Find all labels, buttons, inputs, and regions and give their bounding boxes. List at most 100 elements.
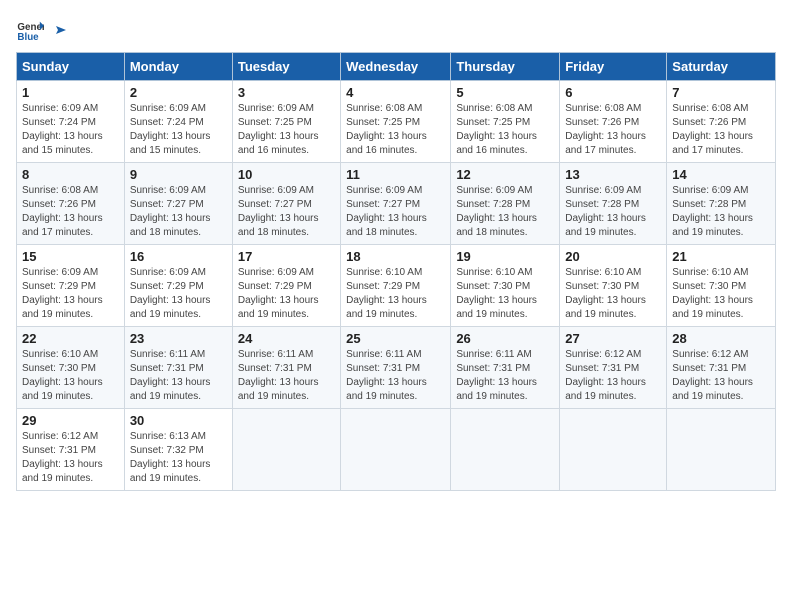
calendar-cell: 14 Sunrise: 6:09 AM Sunset: 7:28 PM Dayli… bbox=[667, 163, 776, 245]
day-info: Sunrise: 6:08 AM Sunset: 7:26 PM Dayligh… bbox=[22, 184, 119, 240]
calendar-week-row: 22 Sunrise: 6:10 AM Sunset: 7:30 PM Dayli… bbox=[17, 327, 776, 409]
logo-icon: General Blue bbox=[16, 16, 44, 44]
day-info: Sunrise: 6:09 AM Sunset: 7:27 PM Dayligh… bbox=[238, 184, 335, 240]
calendar-cell bbox=[560, 409, 667, 491]
day-info: Sunrise: 6:09 AM Sunset: 7:24 PM Dayligh… bbox=[22, 102, 119, 158]
calendar-cell: 8 Sunrise: 6:08 AM Sunset: 7:26 PM Daylig… bbox=[17, 163, 125, 245]
calendar-cell: 2Sunrise: 6:09 AM Sunset: 7:24 PM Daylig… bbox=[124, 81, 232, 163]
day-info: Sunrise: 6:09 AM Sunset: 7:29 PM Dayligh… bbox=[238, 266, 335, 322]
day-number: 14 bbox=[672, 167, 770, 182]
day-info: Sunrise: 6:09 AM Sunset: 7:25 PM Dayligh… bbox=[238, 102, 335, 158]
calendar-cell: 15 Sunrise: 6:09 AM Sunset: 7:29 PM Dayli… bbox=[17, 245, 125, 327]
calendar-cell: 9Sunrise: 6:09 AM Sunset: 7:27 PM Daylig… bbox=[124, 163, 232, 245]
day-info: Sunrise: 6:09 AM Sunset: 7:29 PM Dayligh… bbox=[22, 266, 119, 322]
day-info: Sunrise: 6:11 AM Sunset: 7:31 PM Dayligh… bbox=[130, 348, 227, 404]
day-info: Sunrise: 6:09 AM Sunset: 7:27 PM Dayligh… bbox=[346, 184, 445, 240]
day-info: Sunrise: 6:10 AM Sunset: 7:30 PM Dayligh… bbox=[565, 266, 661, 322]
calendar-cell: 7 Sunrise: 6:08 AM Sunset: 7:26 PM Daylig… bbox=[667, 81, 776, 163]
calendar-cell: 29 Sunrise: 6:12 AM Sunset: 7:31 PM Dayli… bbox=[17, 409, 125, 491]
calendar-week-row: 29 Sunrise: 6:12 AM Sunset: 7:31 PM Dayli… bbox=[17, 409, 776, 491]
day-info: Sunrise: 6:12 AM Sunset: 7:31 PM Dayligh… bbox=[22, 430, 119, 486]
calendar-week-row: 1 Sunrise: 6:09 AM Sunset: 7:24 PM Daylig… bbox=[17, 81, 776, 163]
calendar-cell: 1 Sunrise: 6:09 AM Sunset: 7:24 PM Daylig… bbox=[17, 81, 125, 163]
day-number: 10 bbox=[238, 167, 335, 182]
calendar-cell: 22 Sunrise: 6:10 AM Sunset: 7:30 PM Dayli… bbox=[17, 327, 125, 409]
calendar-week-row: 8 Sunrise: 6:08 AM Sunset: 7:26 PM Daylig… bbox=[17, 163, 776, 245]
calendar-cell: 18 Sunrise: 6:10 AM Sunset: 7:29 PM Dayli… bbox=[341, 245, 451, 327]
day-info: Sunrise: 6:08 AM Sunset: 7:25 PM Dayligh… bbox=[346, 102, 445, 158]
calendar-cell: 30Sunrise: 6:13 AM Sunset: 7:32 PM Dayli… bbox=[124, 409, 232, 491]
calendar-cell: 17 Sunrise: 6:09 AM Sunset: 7:29 PM Dayli… bbox=[232, 245, 340, 327]
day-number: 15 bbox=[22, 249, 119, 264]
header-saturday: Saturday bbox=[667, 53, 776, 81]
calendar-cell: 21 Sunrise: 6:10 AM Sunset: 7:30 PM Dayli… bbox=[667, 245, 776, 327]
day-info: Sunrise: 6:09 AM Sunset: 7:24 PM Dayligh… bbox=[130, 102, 227, 158]
calendar-cell: 20Sunrise: 6:10 AM Sunset: 7:30 PM Dayli… bbox=[560, 245, 667, 327]
page-header: General Blue bbox=[16, 16, 776, 44]
day-number: 7 bbox=[672, 85, 770, 100]
day-info: Sunrise: 6:10 AM Sunset: 7:30 PM Dayligh… bbox=[22, 348, 119, 404]
day-number: 22 bbox=[22, 331, 119, 346]
day-number: 21 bbox=[672, 249, 770, 264]
day-info: Sunrise: 6:08 AM Sunset: 7:26 PM Dayligh… bbox=[672, 102, 770, 158]
day-number: 24 bbox=[238, 331, 335, 346]
calendar-cell: 13Sunrise: 6:09 AM Sunset: 7:28 PM Dayli… bbox=[560, 163, 667, 245]
calendar-cell: 3 Sunrise: 6:09 AM Sunset: 7:25 PM Daylig… bbox=[232, 81, 340, 163]
header-tuesday: Tuesday bbox=[232, 53, 340, 81]
calendar-cell: 6Sunrise: 6:08 AM Sunset: 7:26 PM Daylig… bbox=[560, 81, 667, 163]
day-info: Sunrise: 6:13 AM Sunset: 7:32 PM Dayligh… bbox=[130, 430, 227, 486]
day-info: Sunrise: 6:09 AM Sunset: 7:29 PM Dayligh… bbox=[130, 266, 227, 322]
calendar-cell: 10 Sunrise: 6:09 AM Sunset: 7:27 PM Dayli… bbox=[232, 163, 340, 245]
day-info: Sunrise: 6:11 AM Sunset: 7:31 PM Dayligh… bbox=[456, 348, 554, 404]
calendar-table: SundayMondayTuesdayWednesdayThursdayFrid… bbox=[16, 52, 776, 491]
day-number: 8 bbox=[22, 167, 119, 182]
header-sunday: Sunday bbox=[17, 53, 125, 81]
day-info: Sunrise: 6:12 AM Sunset: 7:31 PM Dayligh… bbox=[565, 348, 661, 404]
logo-arrow-icon bbox=[52, 22, 68, 38]
day-info: Sunrise: 6:10 AM Sunset: 7:29 PM Dayligh… bbox=[346, 266, 445, 322]
day-number: 29 bbox=[22, 413, 119, 428]
day-number: 12 bbox=[456, 167, 554, 182]
day-info: Sunrise: 6:09 AM Sunset: 7:28 PM Dayligh… bbox=[672, 184, 770, 240]
calendar-cell: 25 Sunrise: 6:11 AM Sunset: 7:31 PM Dayli… bbox=[341, 327, 451, 409]
day-info: Sunrise: 6:08 AM Sunset: 7:25 PM Dayligh… bbox=[456, 102, 554, 158]
day-number: 17 bbox=[238, 249, 335, 264]
svg-text:Blue: Blue bbox=[17, 32, 39, 43]
day-info: Sunrise: 6:10 AM Sunset: 7:30 PM Dayligh… bbox=[672, 266, 770, 322]
day-number: 4 bbox=[346, 85, 445, 100]
day-info: Sunrise: 6:11 AM Sunset: 7:31 PM Dayligh… bbox=[346, 348, 445, 404]
calendar-cell bbox=[667, 409, 776, 491]
day-number: 28 bbox=[672, 331, 770, 346]
calendar-cell: 27 Sunrise: 6:12 AM Sunset: 7:31 PM Dayli… bbox=[560, 327, 667, 409]
day-number: 6 bbox=[565, 85, 661, 100]
day-info: Sunrise: 6:09 AM Sunset: 7:28 PM Dayligh… bbox=[456, 184, 554, 240]
day-number: 3 bbox=[238, 85, 335, 100]
calendar-cell: 24 Sunrise: 6:11 AM Sunset: 7:31 PM Dayli… bbox=[232, 327, 340, 409]
calendar-cell bbox=[451, 409, 560, 491]
day-number: 23 bbox=[130, 331, 227, 346]
day-number: 25 bbox=[346, 331, 445, 346]
header-thursday: Thursday bbox=[451, 53, 560, 81]
day-info: Sunrise: 6:12 AM Sunset: 7:31 PM Dayligh… bbox=[672, 348, 770, 404]
day-number: 16 bbox=[130, 249, 227, 264]
day-info: Sunrise: 6:10 AM Sunset: 7:30 PM Dayligh… bbox=[456, 266, 554, 322]
day-number: 26 bbox=[456, 331, 554, 346]
day-number: 1 bbox=[22, 85, 119, 100]
logo: General Blue bbox=[16, 16, 68, 44]
day-number: 27 bbox=[565, 331, 661, 346]
header-monday: Monday bbox=[124, 53, 232, 81]
calendar-cell: 26 Sunrise: 6:11 AM Sunset: 7:31 PM Dayli… bbox=[451, 327, 560, 409]
calendar-cell: 23 Sunrise: 6:11 AM Sunset: 7:31 PM Dayli… bbox=[124, 327, 232, 409]
day-number: 5 bbox=[456, 85, 554, 100]
day-number: 11 bbox=[346, 167, 445, 182]
day-number: 18 bbox=[346, 249, 445, 264]
day-info: Sunrise: 6:11 AM Sunset: 7:31 PM Dayligh… bbox=[238, 348, 335, 404]
calendar-cell: 12 Sunrise: 6:09 AM Sunset: 7:28 PM Dayli… bbox=[451, 163, 560, 245]
day-info: Sunrise: 6:09 AM Sunset: 7:27 PM Dayligh… bbox=[130, 184, 227, 240]
calendar-cell bbox=[341, 409, 451, 491]
calendar-cell: 28 Sunrise: 6:12 AM Sunset: 7:31 PM Dayli… bbox=[667, 327, 776, 409]
calendar-cell: 19Sunrise: 6:10 AM Sunset: 7:30 PM Dayli… bbox=[451, 245, 560, 327]
day-number: 13 bbox=[565, 167, 661, 182]
calendar-week-row: 15 Sunrise: 6:09 AM Sunset: 7:29 PM Dayli… bbox=[17, 245, 776, 327]
calendar-cell bbox=[232, 409, 340, 491]
